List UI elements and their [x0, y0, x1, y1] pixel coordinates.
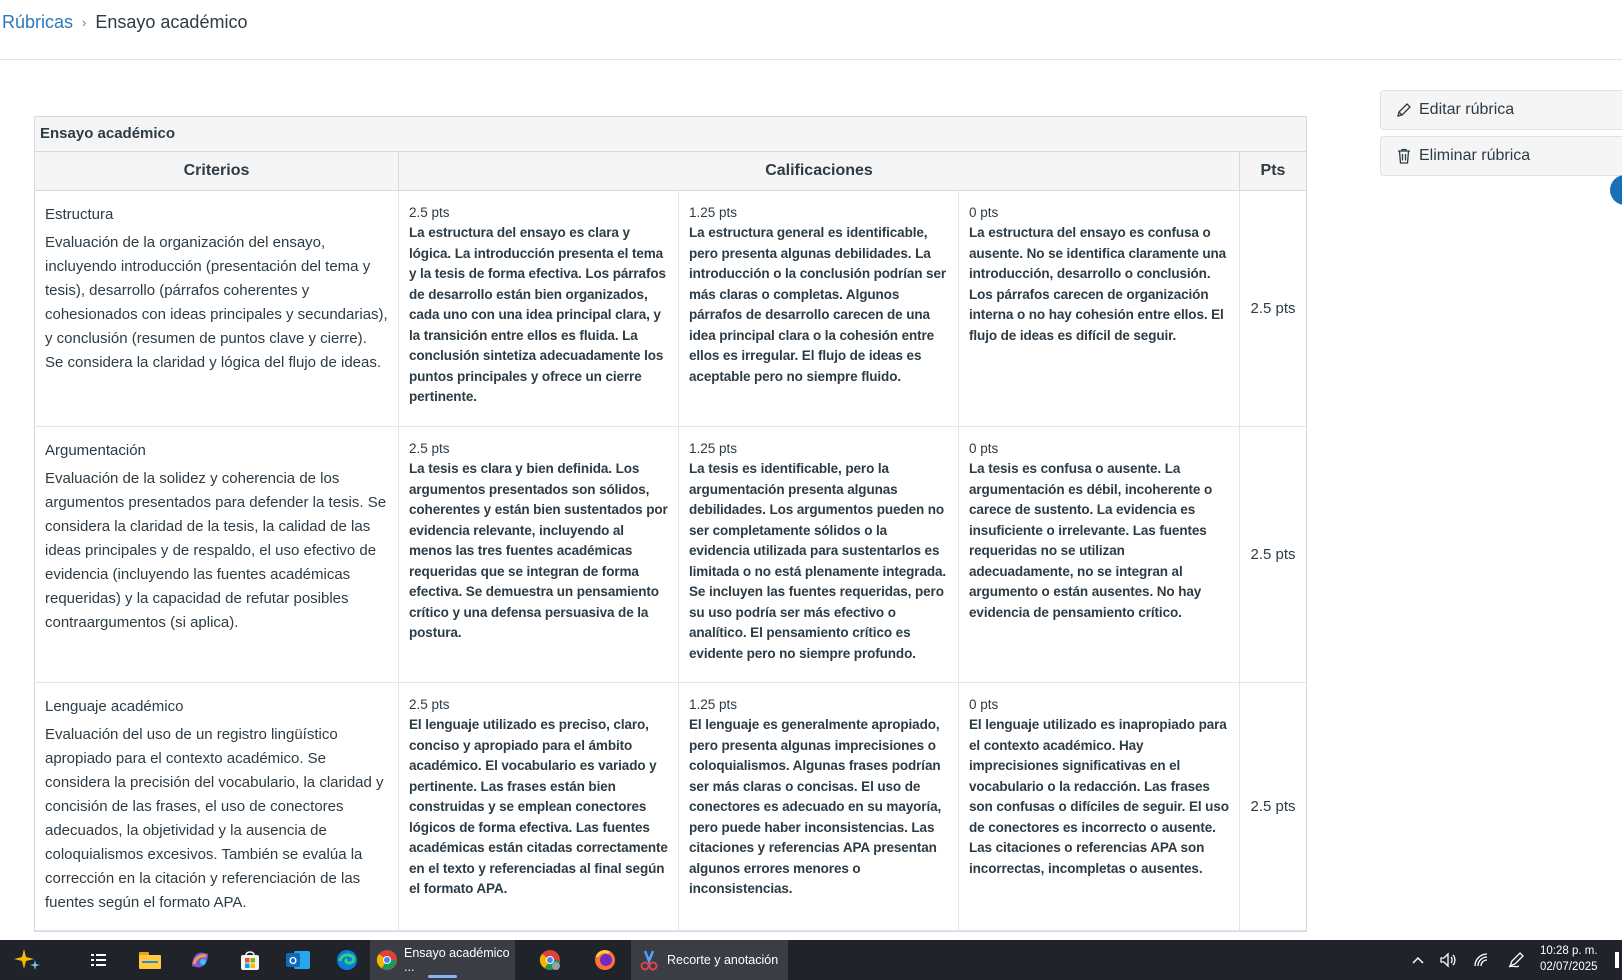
rating-description: El lenguaje utilizado es preciso, claro,…	[409, 717, 668, 896]
edge-icon[interactable]	[332, 945, 362, 975]
rating-description: La tesis es clara y bien definida. Los a…	[409, 461, 668, 640]
rating-description: El lenguaje utilizado es inapropiado par…	[969, 717, 1229, 876]
rating-points: 1.25 pts	[689, 441, 738, 456]
rating-cell: 2.5 pts La tesis es clara y bien definid…	[399, 427, 679, 682]
breadcrumb-current: Ensayo académico	[95, 11, 248, 32]
criterion-description: Evaluación del uso de un registro lingüí…	[45, 726, 384, 911]
rating-cell: 2.5 pts La estructura del ensayo es clar…	[399, 191, 679, 426]
taskbar-app-label: Recorte y anotación	[667, 953, 779, 967]
network-icon[interactable]	[1465, 952, 1499, 968]
rating-description: La estructura del ensayo es clara y lógi…	[409, 225, 666, 404]
rating-cell: 0 pts La tesis es confusa o ausente. La …	[959, 427, 1240, 682]
edit-rubric-button[interactable]: Editar rúbrica	[1380, 90, 1622, 130]
clock-date: 02/07/2025	[1540, 961, 1598, 973]
edit-rubric-label: Editar rúbrica	[1419, 101, 1515, 118]
chevron-up-icon[interactable]	[1405, 955, 1431, 965]
pencil-icon	[1395, 101, 1413, 119]
rating-points: 2.5 pts	[409, 697, 450, 712]
firefox-icon[interactable]	[590, 945, 620, 975]
system-tray	[1405, 940, 1533, 980]
rating-cell: 0 pts El lenguaje utilizado es inapropia…	[959, 683, 1240, 930]
criterion-row: Estructura Evaluación de la organización…	[35, 191, 1306, 427]
criterion-points: 2.5 pts	[1250, 300, 1296, 317]
volume-icon[interactable]	[1431, 952, 1465, 968]
rating-description: La estructura general es identificable, …	[689, 225, 947, 384]
snipping-tool-icon	[639, 949, 659, 971]
rubric-table: Ensayo académico Criterios Calificacione…	[34, 116, 1307, 932]
rating-points: 1.25 pts	[689, 697, 738, 712]
rubric-header-row: Criterios Calificaciones Pts	[35, 152, 1306, 191]
criterion-cell: Argumentación Evaluación de la solidez y…	[35, 427, 399, 682]
chrome-icon	[376, 949, 398, 971]
copilot-app-icon[interactable]	[185, 945, 215, 975]
rating-description: La estructura del ensayo es confusa o au…	[969, 225, 1227, 343]
chevron-right-icon: ›	[82, 14, 87, 30]
criterion-name: Estructura	[45, 206, 114, 223]
show-desktop-button[interactable]	[1615, 952, 1619, 968]
delete-rubric-label: Eliminar rúbrica	[1419, 147, 1531, 164]
taskbar-app-label: Ensayo académico ...	[404, 946, 510, 974]
criterion-row: Argumentación Evaluación de la solidez y…	[35, 427, 1306, 683]
active-indicator	[428, 975, 457, 978]
clock-time: 10:28 p. m.	[1540, 945, 1598, 957]
header-points: Pts	[1260, 162, 1286, 179]
rating-cell: 1.25 pts El lenguaje es generalmente apr…	[679, 683, 959, 930]
rating-description: El lenguaje es generalmente apropiado, p…	[689, 717, 942, 896]
rating-cell: 1.25 pts La tesis es identificable, pero…	[679, 427, 959, 682]
criterion-cell: Estructura Evaluación de la organización…	[35, 191, 399, 426]
chrome-profile-icon[interactable]	[535, 945, 565, 975]
file-explorer-icon[interactable]	[135, 945, 165, 975]
rating-points: 2.5 pts	[409, 205, 450, 220]
rating-points: 0 pts	[969, 697, 999, 712]
taskbar-app-snipping-tool[interactable]: Recorte y anotación	[631, 940, 788, 980]
breadcrumb: Rúbricas › Ensayo académico	[2, 10, 247, 34]
trash-icon	[1395, 147, 1413, 165]
task-view-icon[interactable]	[84, 945, 114, 975]
criterion-description: Evaluación de la organización del ensayo…	[45, 234, 388, 371]
criterion-points: 2.5 pts	[1250, 798, 1296, 815]
rating-description: La tesis es identificable, pero la argum…	[689, 461, 947, 661]
rating-cell: 2.5 pts El lenguaje utilizado es preciso…	[399, 683, 679, 930]
rating-cell: 1.25 pts La estructura general es identi…	[679, 191, 959, 426]
microsoft-store-icon[interactable]	[235, 945, 265, 975]
rating-points: 0 pts	[969, 205, 999, 220]
delete-rubric-button[interactable]: Eliminar rúbrica	[1380, 136, 1622, 176]
breadcrumb-link-rubricas[interactable]: Rúbricas	[2, 12, 73, 33]
svg-text:O: O	[289, 956, 297, 967]
taskbar: O Ensayo académico ... Recorte y anotaci…	[0, 940, 1622, 980]
criterion-cell: Lenguaje académico Evaluación del uso de…	[35, 683, 399, 930]
criterion-points: 2.5 pts	[1250, 546, 1296, 563]
criterion-description: Evaluación de la solidez y coherencia de…	[45, 470, 387, 631]
help-tray-button[interactable]	[1610, 175, 1622, 205]
criterion-name: Argumentación	[45, 442, 146, 459]
header-ratings: Calificaciones	[399, 152, 1240, 190]
rating-points: 0 pts	[969, 441, 999, 456]
rating-points: 2.5 pts	[409, 441, 450, 456]
copilot-sparkle-icon[interactable]	[12, 945, 42, 975]
criterion-name: Lenguaje académico	[45, 698, 184, 715]
header-criteria: Criterios	[35, 152, 399, 190]
rating-cell: 0 pts La estructura del ensayo es confus…	[959, 191, 1240, 426]
taskbar-clock[interactable]: 10:28 p. m. 02/07/2025	[1540, 943, 1598, 975]
criterion-row: Lenguaje académico Evaluación del uso de…	[35, 683, 1306, 931]
rating-points: 1.25 pts	[689, 205, 738, 220]
pen-menu-icon[interactable]	[1499, 951, 1533, 969]
rubric-title: Ensayo académico	[35, 117, 1306, 152]
outlook-icon[interactable]: O	[283, 945, 313, 975]
taskbar-app-chrome-window[interactable]: Ensayo académico ...	[370, 940, 515, 980]
rating-description: La tesis es confusa o ausente. La argume…	[969, 461, 1213, 620]
header-divider	[0, 59, 1622, 60]
